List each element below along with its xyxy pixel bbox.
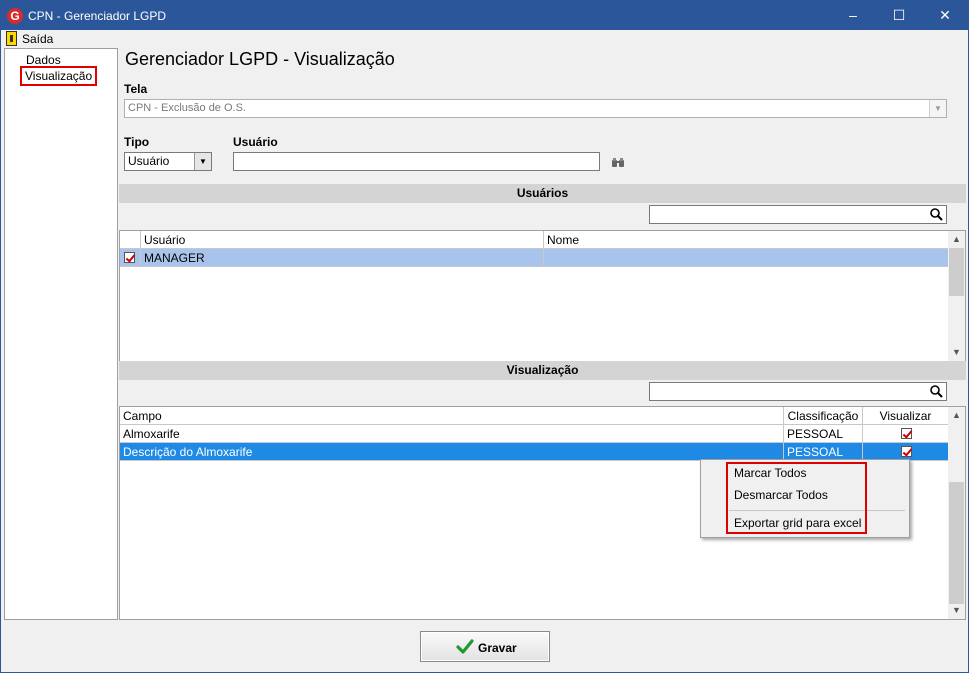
minimize-button[interactable]: –: [830, 1, 876, 30]
binoculars-icon[interactable]: [612, 158, 624, 170]
cell-visualizar[interactable]: [863, 425, 949, 443]
cell-campo: Descrição do Almoxarife: [120, 443, 784, 461]
app-logo-icon: G: [7, 8, 23, 24]
usuario-label: Usuário: [233, 135, 278, 149]
menu-divider: [729, 510, 905, 511]
menu-bar: Saída: [1, 30, 968, 48]
view-section-header: Visualização: [119, 361, 966, 380]
scroll-thumb[interactable]: [949, 482, 964, 604]
maximize-button[interactable]: ☐: [876, 1, 922, 30]
users-grid-scrollbar[interactable]: ▲ ▼: [948, 231, 965, 361]
users-grid: Usuário Nome MANAGER ▲ ▼: [119, 230, 966, 362]
users-grid-header-check: [120, 231, 141, 249]
search-icon[interactable]: [930, 385, 943, 398]
view-grid-header: Campo Classificação Visualizar: [120, 407, 949, 425]
row-checkbox[interactable]: [124, 252, 135, 263]
cell-usuario: MANAGER: [141, 249, 544, 267]
checkmark-icon: [456, 639, 474, 654]
nav-item-dados[interactable]: Dados: [26, 53, 61, 67]
column-header-usuario[interactable]: Usuário: [141, 231, 544, 249]
users-grid-header: Usuário Nome: [120, 231, 949, 249]
tipo-select[interactable]: Usuário ▼: [124, 152, 212, 171]
menu-item-desmarcar-todos[interactable]: Desmarcar Todos: [734, 488, 828, 502]
save-button[interactable]: Gravar: [420, 631, 550, 662]
title-bar[interactable]: G CPN - Gerenciador LGPD – ☐ ✕: [1, 1, 968, 30]
cell-campo: Almoxarife: [120, 425, 784, 443]
column-header-nome[interactable]: Nome: [544, 231, 949, 249]
window-title: CPN - Gerenciador LGPD: [28, 9, 167, 23]
scroll-thumb[interactable]: [949, 248, 964, 296]
tipo-label: Tipo: [124, 135, 150, 149]
column-header-campo[interactable]: Campo: [120, 407, 784, 425]
context-menu: Marcar Todos Desmarcar Todos Exportar gr…: [700, 459, 910, 538]
tela-select-value: CPN - Exclusão de O.S.: [128, 102, 246, 114]
tela-label: Tela: [124, 82, 148, 96]
table-row[interactable]: MANAGER: [120, 249, 949, 267]
chevron-down-icon[interactable]: ▼: [948, 344, 965, 361]
cell-classificacao: PESSOAL: [784, 425, 863, 443]
column-header-classificacao[interactable]: Classificação: [784, 407, 863, 425]
chevron-down-icon[interactable]: ▼: [194, 153, 211, 170]
chevron-down-icon[interactable]: ▼: [948, 602, 965, 619]
exit-door-icon[interactable]: [6, 31, 17, 46]
search-icon[interactable]: [930, 208, 943, 221]
chevron-down-icon: ▼: [929, 100, 946, 117]
app-window: G CPN - Gerenciador LGPD – ☐ ✕ Saída Dad…: [0, 0, 969, 673]
users-search-input[interactable]: [649, 205, 947, 224]
menu-item-marcar-todos[interactable]: Marcar Todos: [734, 466, 806, 480]
cell-nome: [544, 249, 949, 267]
nav-tree: Dados Visualização: [4, 48, 118, 620]
view-grid-scrollbar[interactable]: ▲ ▼: [948, 407, 965, 619]
menu-exit[interactable]: Saída: [22, 32, 53, 46]
visualizar-checkbox[interactable]: [901, 428, 912, 439]
column-header-visualizar[interactable]: Visualizar: [863, 407, 949, 425]
close-button[interactable]: ✕: [922, 1, 968, 30]
save-button-label: Gravar: [478, 641, 517, 655]
table-row[interactable]: Almoxarife PESSOAL: [120, 425, 949, 443]
users-section-header: Usuários: [119, 184, 966, 203]
row-check-cell[interactable]: [120, 249, 141, 267]
page-title: Gerenciador LGPD - Visualização: [125, 49, 395, 69]
chevron-up-icon[interactable]: ▲: [948, 407, 965, 424]
nav-item-visualizacao[interactable]: Visualização: [19, 66, 98, 86]
tipo-select-value: Usuário: [128, 154, 170, 168]
menu-item-exportar-excel[interactable]: Exportar grid para excel: [734, 516, 861, 530]
chevron-up-icon[interactable]: ▲: [948, 231, 965, 248]
view-search-input[interactable]: [649, 382, 947, 401]
tela-select: CPN - Exclusão de O.S. ▼: [124, 99, 947, 118]
visualizar-checkbox[interactable]: [901, 446, 912, 457]
usuario-input[interactable]: [233, 152, 600, 171]
